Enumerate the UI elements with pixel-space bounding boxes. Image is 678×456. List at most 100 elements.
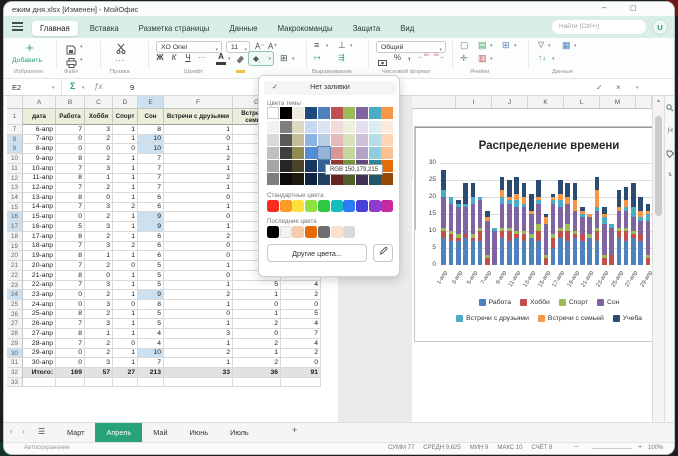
zoom-in-button[interactable]: + bbox=[638, 444, 642, 451]
row-header-31[interactable]: 31 bbox=[7, 358, 23, 368]
cell-B10[interactable]: 8 bbox=[56, 154, 85, 164]
filter-caret-icon[interactable]: ▾ bbox=[548, 43, 551, 49]
insert-row-icon[interactable]: ▤ bbox=[478, 40, 487, 51]
standard-color-swatch[interactable] bbox=[305, 200, 317, 212]
cell-E31[interactable]: 7 bbox=[138, 358, 164, 368]
cell-A27[interactable]: 26-апр bbox=[23, 319, 56, 329]
comma-format-icon[interactable]: , bbox=[408, 51, 411, 61]
cell-C9[interactable]: 0 bbox=[85, 144, 113, 154]
cell-E15[interactable]: 6 bbox=[138, 203, 164, 213]
zoom-slider[interactable] bbox=[592, 448, 632, 449]
menu-tab-Защита[interactable]: Защита bbox=[345, 21, 389, 36]
move-cells-icon[interactable]: ✛ bbox=[460, 53, 468, 64]
cell-D10[interactable]: 1 bbox=[113, 154, 138, 164]
recent-color-swatch[interactable] bbox=[280, 226, 292, 238]
cell-F30[interactable]: 2 bbox=[164, 349, 233, 359]
cell-C25[interactable]: 3 bbox=[85, 300, 113, 310]
cell-F16[interactable]: 0 bbox=[164, 212, 233, 222]
cell-C10[interactable]: 2 bbox=[85, 154, 113, 164]
tint-color-swatch[interactable] bbox=[381, 160, 393, 172]
cell-H27[interactable]: 4 bbox=[281, 319, 321, 329]
column-header-E[interactable]: E bbox=[138, 96, 164, 109]
insert-cells-icon[interactable]: ▢ bbox=[460, 40, 469, 51]
tint-color-swatch[interactable] bbox=[305, 121, 317, 133]
decrease-font-icon[interactable]: A⁻ bbox=[255, 42, 265, 51]
cell-A26[interactable]: 25-апр bbox=[23, 310, 56, 320]
cell-C31[interactable]: 3 bbox=[85, 358, 113, 368]
cell-E29[interactable]: 4 bbox=[138, 339, 164, 349]
cell-F31[interactable]: 1 bbox=[164, 358, 233, 368]
cell-C19[interactable]: 3 bbox=[85, 242, 113, 252]
menu-tab-Макрокоманды[interactable]: Макрокоманды bbox=[270, 21, 341, 36]
tint-color-swatch[interactable] bbox=[305, 134, 317, 146]
underline-button[interactable]: Ч bbox=[182, 53, 194, 62]
tint-color-swatch[interactable] bbox=[292, 121, 304, 133]
cell-C29[interactable]: 2 bbox=[85, 339, 113, 349]
cell-G28[interactable]: 0 bbox=[233, 329, 281, 339]
header-cell-D1[interactable]: Спорт bbox=[113, 109, 138, 125]
confirm-entry-icon[interactable]: ✓ bbox=[596, 83, 603, 92]
cell-E9[interactable]: 10 bbox=[138, 144, 164, 154]
recent-color-swatch[interactable] bbox=[318, 226, 330, 238]
cell-D28[interactable]: 1 bbox=[113, 329, 138, 339]
cell-C27[interactable]: 3 bbox=[85, 319, 113, 329]
tint-color-swatch[interactable] bbox=[356, 134, 368, 146]
text-color-button[interactable]: A bbox=[216, 53, 226, 65]
cell-D21[interactable]: 0 bbox=[113, 261, 138, 271]
no-fill-option[interactable]: ✓ Нет заливки bbox=[264, 81, 396, 95]
header-cell-B1[interactable]: Работа bbox=[56, 109, 85, 125]
freeze-panes-icon[interactable]: ⊞ bbox=[502, 40, 510, 51]
cell-G29[interactable]: 2 bbox=[233, 339, 281, 349]
cell-E16[interactable]: 9 bbox=[138, 212, 164, 222]
cell-F22[interactable]: 0 bbox=[164, 271, 233, 281]
sheet-tab-Май[interactable]: Май bbox=[142, 423, 178, 443]
row-header-25[interactable]: 25 bbox=[7, 300, 23, 310]
cell-H29[interactable]: 4 bbox=[281, 339, 321, 349]
minimize-button[interactable]: – bbox=[602, 3, 606, 12]
cell-A23[interactable]: 22-апр bbox=[23, 281, 56, 291]
cell-E8[interactable]: 10 bbox=[138, 135, 164, 145]
cell-A33[interactable] bbox=[23, 378, 56, 388]
cell-F28[interactable]: 3 bbox=[164, 329, 233, 339]
standard-color-swatch[interactable] bbox=[280, 200, 292, 212]
row-header-30[interactable]: 30 bbox=[7, 349, 23, 359]
next-sheet-icon[interactable]: › bbox=[22, 427, 25, 436]
cell-B18[interactable]: 8 bbox=[56, 232, 85, 242]
row-header-11[interactable]: 11 bbox=[7, 164, 23, 174]
cell-D18[interactable]: 1 bbox=[113, 232, 138, 242]
cell-E12[interactable]: 7 bbox=[138, 174, 164, 184]
cell-C7[interactable]: 3 bbox=[85, 125, 113, 135]
theme-color-swatch[interactable] bbox=[305, 107, 317, 119]
cell-C18[interactable]: 2 bbox=[85, 232, 113, 242]
cell-B13[interactable]: 7 bbox=[56, 183, 85, 193]
cell-E14[interactable]: 6 bbox=[138, 193, 164, 203]
standard-color-swatch[interactable] bbox=[267, 200, 279, 212]
cell-H31[interactable]: 0 bbox=[281, 358, 321, 368]
recent-color-swatch[interactable] bbox=[267, 226, 279, 238]
sort-icon[interactable]: ↑↓ bbox=[538, 53, 546, 62]
cell-B33[interactable] bbox=[56, 378, 85, 388]
cell-E19[interactable]: 6 bbox=[138, 242, 164, 252]
column-header-B[interactable]: B bbox=[56, 96, 85, 109]
insert-function-button[interactable]: ƒx bbox=[94, 82, 102, 91]
cell-D20[interactable]: 1 bbox=[113, 251, 138, 261]
header-cell-E1[interactable]: Сон bbox=[138, 109, 164, 125]
save-caret-icon[interactable]: ▾ bbox=[80, 44, 83, 50]
cell-F19[interactable]: 0 bbox=[164, 242, 233, 252]
horizontal-align-caret-icon[interactable]: ▾ bbox=[350, 43, 353, 49]
cell-H23[interactable]: 4 bbox=[281, 281, 321, 291]
tint-color-swatch[interactable] bbox=[280, 160, 292, 172]
header-cell-C1[interactable]: Хобби bbox=[85, 109, 113, 125]
cell-E22[interactable]: 5 bbox=[138, 271, 164, 281]
cell-A32[interactable]: Итого: bbox=[23, 368, 56, 378]
cell-E20[interactable]: 6 bbox=[138, 251, 164, 261]
delete-row-caret-icon[interactable]: ▾ bbox=[490, 56, 493, 62]
cell-E33[interactable] bbox=[138, 378, 164, 388]
cell-D12[interactable]: 1 bbox=[113, 174, 138, 184]
row-header-19[interactable]: 19 bbox=[7, 242, 23, 252]
cell-B31[interactable]: 0 bbox=[56, 358, 85, 368]
cell-F17[interactable]: 1 bbox=[164, 222, 233, 232]
cell-B12[interactable]: 8 bbox=[56, 174, 85, 184]
add-icon[interactable]: + bbox=[26, 40, 34, 55]
theme-color-swatch[interactable] bbox=[267, 107, 279, 119]
